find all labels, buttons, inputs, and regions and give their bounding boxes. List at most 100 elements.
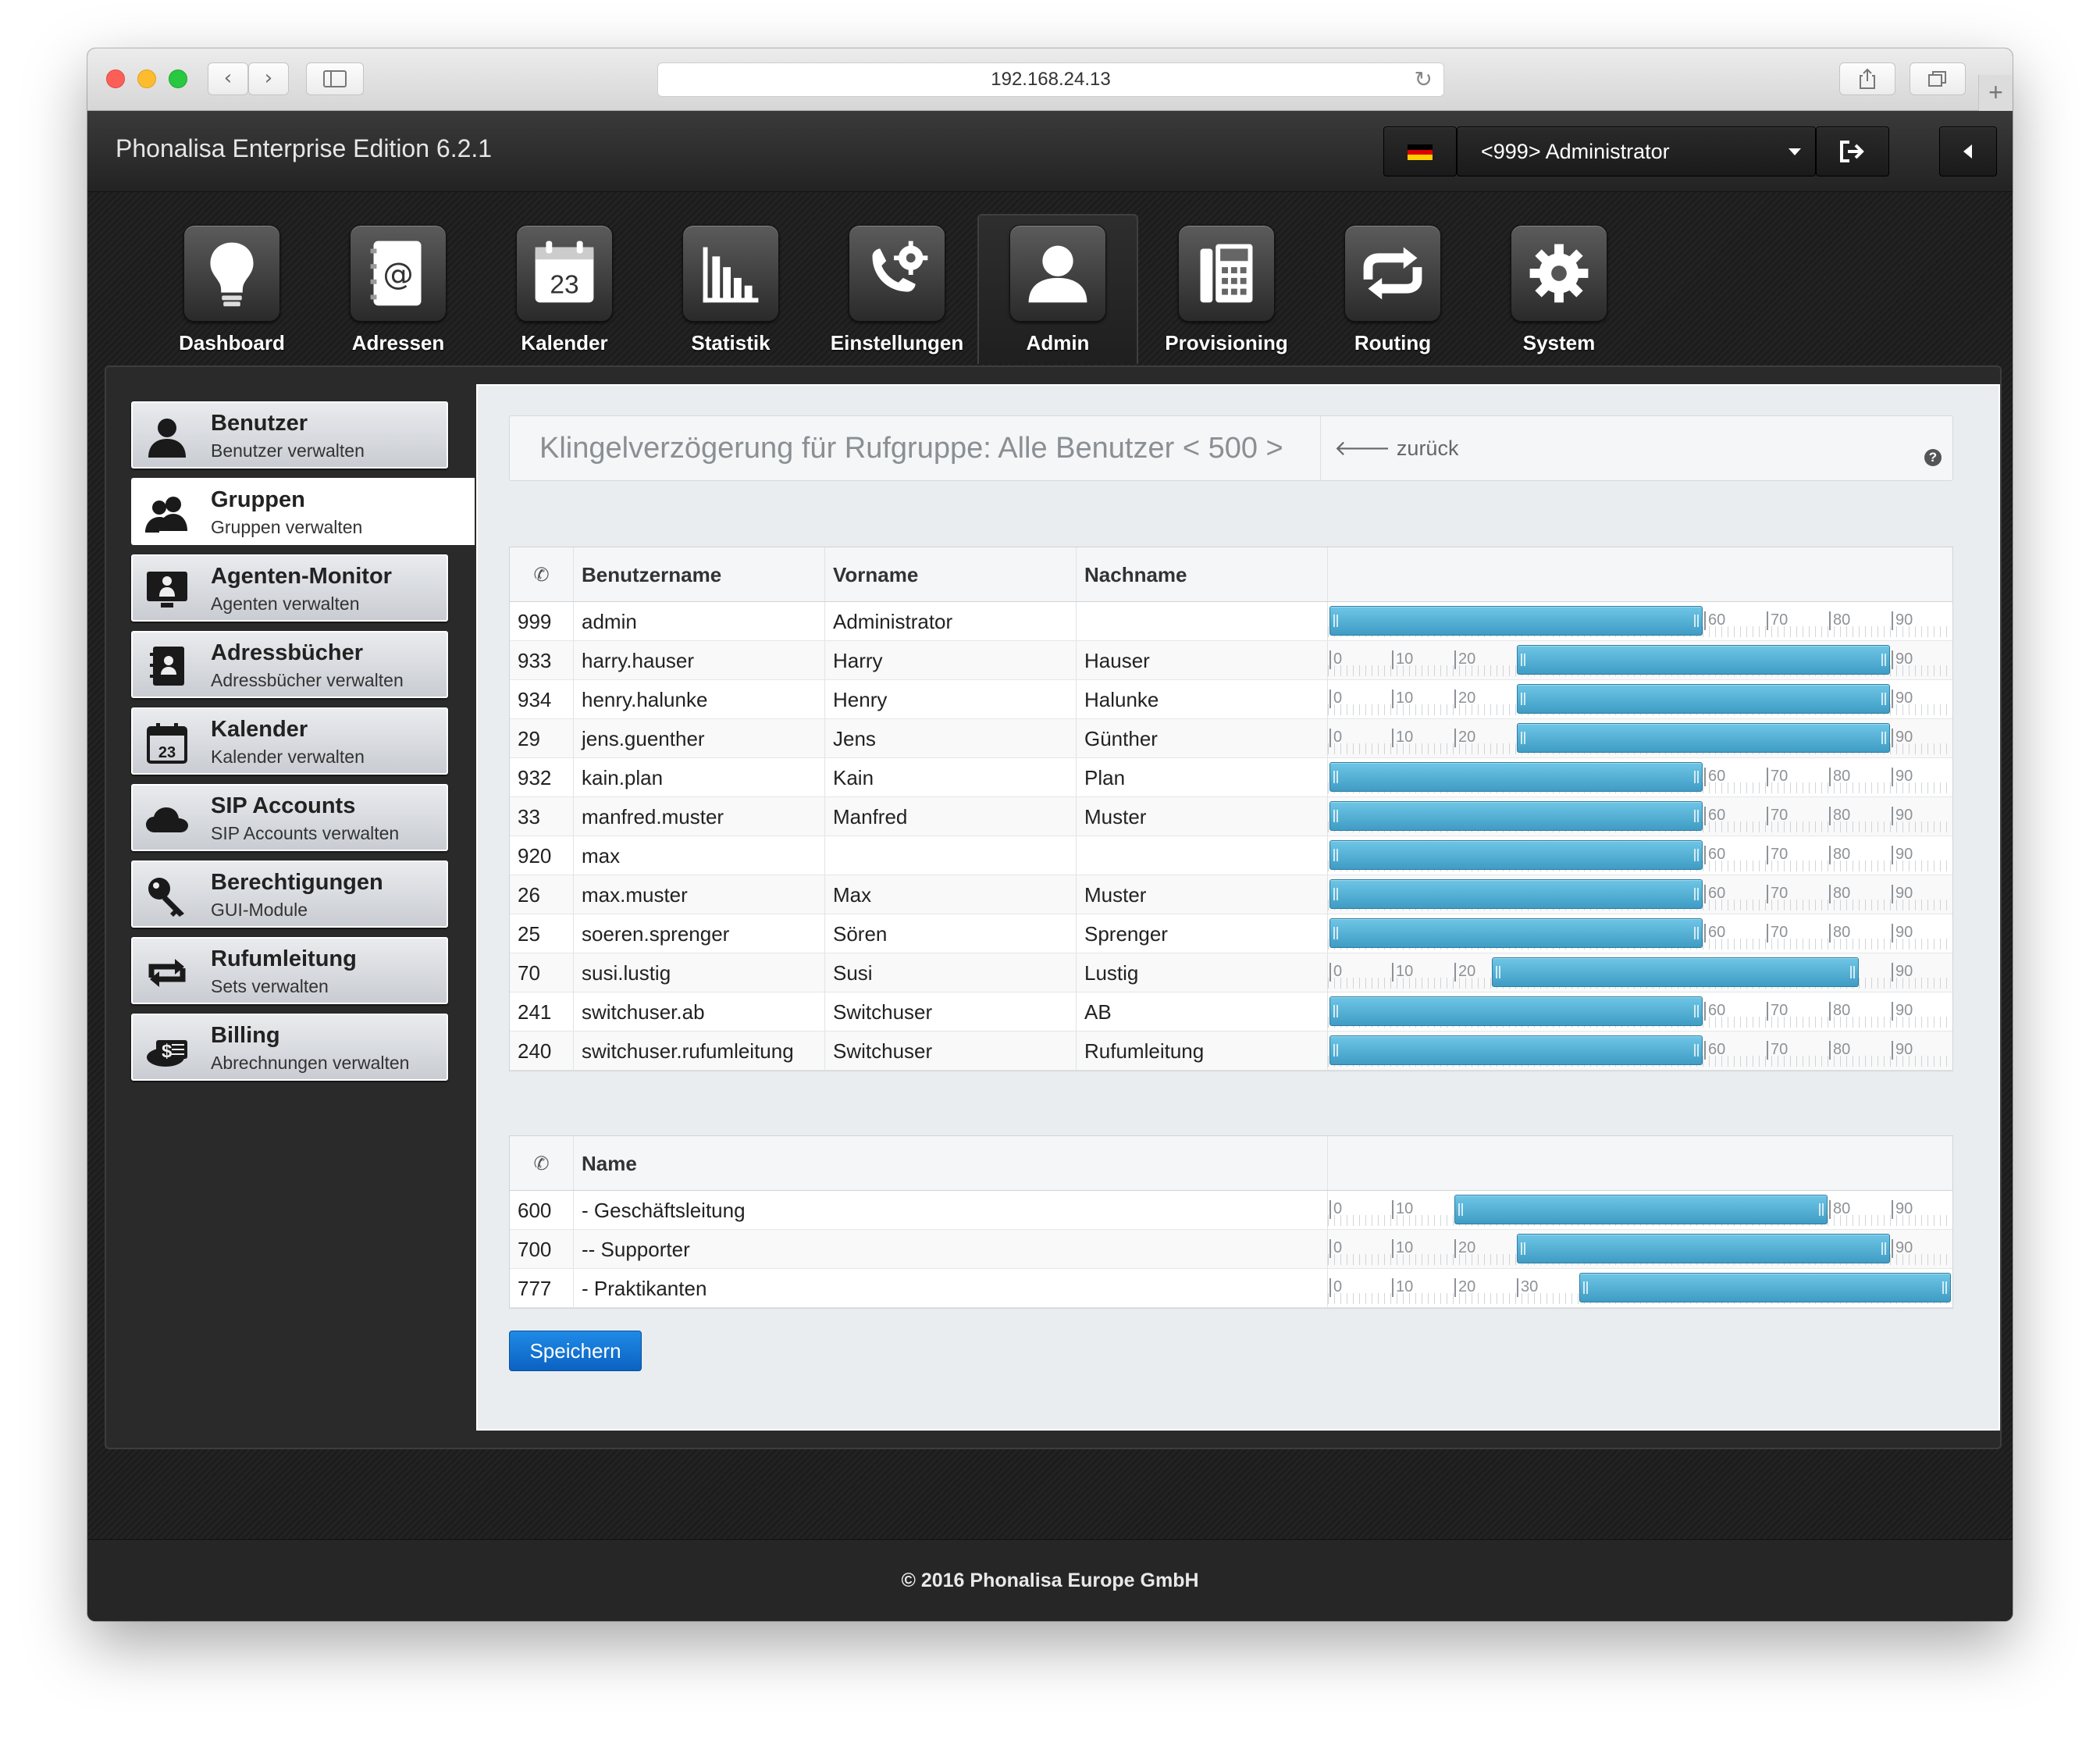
delay-slider[interactable]: 0102030405060708090 [1328,836,1952,875]
save-button[interactable]: Speichern [509,1331,642,1371]
sidebar-item-rufumleitung[interactable]: Rufumleitung Sets verwalten [131,937,448,1004]
tabs-button[interactable] [1910,62,1966,95]
slider-range[interactable] [1329,606,1703,636]
column-header-nachname[interactable]: Nachname [1077,547,1328,601]
sidebar-item-adressbuecher[interactable]: Adressbücher Adressbücher verwalten [131,631,448,698]
sidebar-item-billing[interactable]: $ Billing Abrechnungen verwalten [131,1014,448,1081]
forward-button[interactable]: › [248,62,289,95]
slider-range[interactable] [1454,1195,1828,1224]
slider-handle-end[interactable] [1694,810,1699,822]
close-window-button[interactable] [106,69,125,88]
nav-item-statistik[interactable]: Statistik [649,216,813,365]
slider-handle-start[interactable] [1333,810,1338,822]
back-button[interactable]: ‹ [208,62,248,95]
slider-handle-start[interactable] [1458,1203,1463,1216]
slider-handle-start[interactable] [1333,1044,1338,1057]
delay-slider[interactable]: 0102030405060708090 [1328,1269,1952,1307]
slider-handle-end[interactable] [1694,1005,1699,1017]
nav-item-routing[interactable]: Routing [1311,216,1475,365]
sidebar-item-benutzer[interactable]: Benutzer Benutzer verwalten [131,401,448,469]
reload-icon[interactable]: ↻ [1415,63,1433,96]
slider-range[interactable] [1517,645,1890,675]
sidebar-toggle-button[interactable] [306,62,364,95]
slider-range[interactable] [1329,918,1703,948]
help-icon[interactable]: ? [1924,449,1942,466]
slider-handle-end[interactable] [1881,732,1886,744]
slider-range[interactable] [1492,957,1859,987]
new-tab-button[interactable]: + [1978,75,2013,111]
zoom-window-button[interactable] [169,69,187,88]
logout-button[interactable] [1816,126,1889,176]
delay-slider[interactable]: 0102030405060708090 [1328,875,1952,914]
delay-slider[interactable]: 0102030405060708090 [1328,758,1952,796]
sidebar-item-agenten-monitor[interactable]: Agenten-Monitor Agenten verwalten [131,554,448,622]
nav-item-adressen[interactable]: @ Adressen [316,216,480,365]
nav-item-provisioning[interactable]: Provisioning [1144,216,1308,365]
delay-slider[interactable]: 0102030405060708090 [1328,953,1952,992]
sidebar-item-kalender[interactable]: 23 Kalender Kalender verwalten [131,707,448,775]
slider-handle-end[interactable] [1881,693,1886,705]
slider-handle-start[interactable] [1521,1242,1525,1255]
nav-item-einstellungen[interactable]: Einstellungen [815,216,979,365]
slider-handle-end[interactable] [1694,1044,1699,1057]
slider-handle-end[interactable] [1694,927,1699,939]
slider-range[interactable] [1517,723,1890,753]
nav-item-kalender[interactable]: 23 Kalender [482,216,646,365]
slider-range[interactable] [1329,762,1703,792]
delay-slider[interactable]: 0102030405060708090 [1328,680,1952,718]
slider-handle-end[interactable] [1694,615,1699,627]
slider-handle-start[interactable] [1521,693,1525,705]
slider-handle-start[interactable] [1333,927,1338,939]
slider-range[interactable] [1329,996,1703,1026]
sidebar-item-gruppen[interactable]: Gruppen Gruppen verwalten [131,478,475,545]
delay-slider[interactable]: 0102030405060708090 [1328,1032,1952,1070]
slider-handle-end[interactable] [1694,849,1699,861]
slider-handle-end[interactable] [1694,888,1699,900]
sidebar-item-berechtigungen[interactable]: Berechtigungen GUI-Module [131,861,448,928]
slider-handle-start[interactable] [1583,1281,1588,1294]
delay-slider[interactable]: 0102030405060708090 [1328,1230,1952,1268]
column-header-name[interactable]: Name [574,1136,1328,1190]
column-header-vorname[interactable]: Vorname [825,547,1077,601]
delay-slider[interactable]: 0102030405060708090 [1328,602,1952,640]
slider-range[interactable] [1329,840,1703,870]
nav-item-dashboard[interactable]: Dashboard [150,216,314,365]
slider-handle-start[interactable] [1333,888,1338,900]
slider-range[interactable] [1329,1035,1703,1065]
slider-range[interactable] [1329,801,1703,831]
slider-handle-start[interactable] [1521,654,1525,666]
slider-handle-end[interactable] [1881,654,1886,666]
user-select[interactable]: <999> Administrator [1457,126,1816,176]
delay-slider[interactable]: 0102030405060708090 [1328,914,1952,953]
slider-range[interactable] [1517,684,1890,714]
slider-range[interactable] [1579,1273,1951,1302]
slider-handle-start[interactable] [1333,615,1338,627]
slider-range[interactable] [1329,879,1703,909]
language-selector[interactable] [1383,126,1457,176]
slider-handle-start[interactable] [1521,732,1525,744]
delay-slider[interactable]: 0102030405060708090 [1328,1191,1952,1229]
slider-handle-end[interactable] [1819,1203,1824,1216]
column-header-benutzername[interactable]: Benutzername [574,547,825,601]
nav-item-system[interactable]: System [1477,216,1641,365]
delay-slider[interactable]: 0102030405060708090 [1328,992,1952,1031]
slider-handle-end[interactable] [1881,1242,1886,1255]
slider-handle-end[interactable] [1694,771,1699,783]
minimize-window-button[interactable] [137,69,156,88]
share-button[interactable] [1839,62,1895,95]
sidebar-item-sip-accounts[interactable]: SIP Accounts SIP Accounts verwalten [131,784,448,851]
nav-item-admin[interactable]: Admin [977,214,1138,364]
address-bar[interactable]: 192.168.24.13 ↻ [657,62,1444,97]
slider-handle-start[interactable] [1496,966,1500,978]
slider-handle-start[interactable] [1333,771,1338,783]
slider-handle-start[interactable] [1333,1005,1338,1017]
slider-handle-end[interactable] [1942,1281,1947,1294]
delay-slider[interactable]: 0102030405060708090 [1328,719,1952,757]
collapse-button[interactable] [1939,126,1997,176]
back-link[interactable]: 🡐 zurück [1334,435,1458,461]
slider-handle-start[interactable] [1333,849,1338,861]
delay-slider[interactable]: 0102030405060708090 [1328,797,1952,836]
slider-range[interactable] [1517,1234,1890,1263]
slider-handle-end[interactable] [1850,966,1855,978]
delay-slider[interactable]: 0102030405060708090 [1328,641,1952,679]
